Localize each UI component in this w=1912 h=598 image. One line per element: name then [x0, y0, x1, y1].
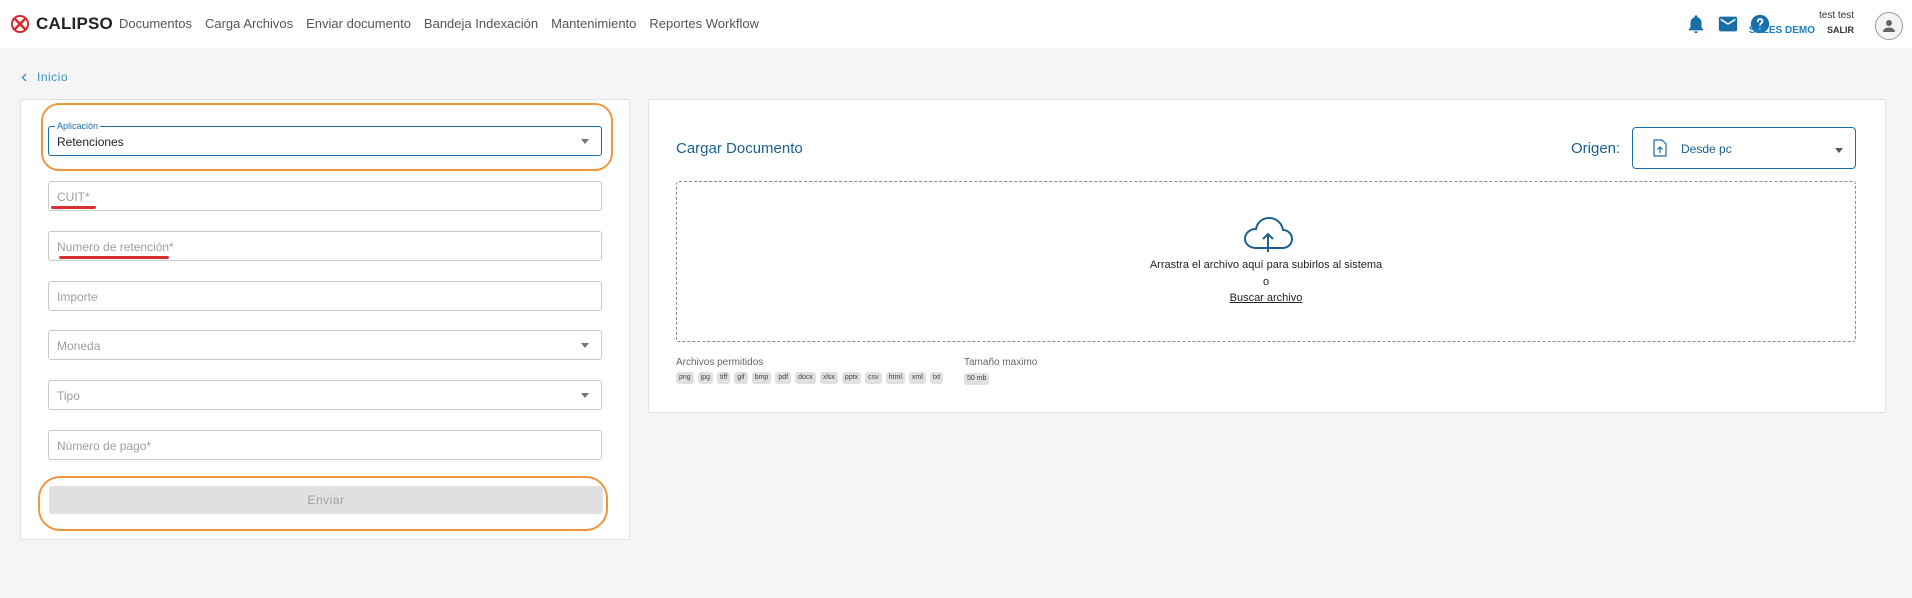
chevron-down-icon: [581, 343, 589, 348]
logout-link[interactable]: SALIR: [1827, 25, 1854, 36]
user-avatar-icon: [1883, 20, 1895, 32]
file-type-tag: jpg: [697, 372, 714, 384]
origin-select[interactable]: Desde pc: [1632, 127, 1856, 169]
origin-label: Origen:: [1571, 140, 1621, 157]
file-type-tag: xml: [908, 372, 926, 384]
nav-item-carga-archivos[interactable]: Carga Archivos: [205, 16, 293, 31]
breadcrumb-home[interactable]: Inicio: [37, 70, 68, 84]
calipso-logo-icon: [11, 15, 29, 33]
origin-value: Desde pc: [1681, 142, 1732, 156]
drop-instructions: Arrastra el archivo aquí para subirlos a…: [1149, 259, 1383, 271]
company-name[interactable]: SALES DEMO: [1749, 25, 1815, 36]
file-type-tag: html: [885, 372, 905, 384]
nav-item-bandeja-indexacion[interactable]: Bandeja Indexación: [424, 16, 538, 31]
drop-or: o: [1262, 276, 1270, 288]
moneda-placeholder: Moneda: [57, 339, 101, 353]
file-type-tag: tiff: [717, 372, 731, 384]
allowed-files-label: Archivos permitidos: [676, 357, 764, 368]
user-name: test test: [1818, 10, 1854, 21]
bell-icon[interactable]: [1685, 13, 1707, 35]
file-type-tag: pdf: [775, 372, 792, 384]
top-navigation-bar: CALIPSO Documentos Carga Archivos Enviar…: [0, 0, 1912, 48]
tipo-select[interactable]: Tipo: [48, 380, 602, 410]
numero-retencion-annotation-mark: [59, 256, 169, 259]
chevron-down-icon: [1835, 148, 1843, 153]
numero-pago-input[interactable]: Número de pago*: [48, 430, 602, 460]
breadcrumb[interactable]: Inicio: [21, 70, 68, 84]
file-type-tag: docx: [795, 372, 816, 384]
max-size-tag: 50 mb: [964, 373, 990, 385]
nav-item-enviar-documento[interactable]: Enviar documento: [306, 16, 411, 31]
tipo-placeholder: Tipo: [57, 389, 80, 403]
allowed-file-types: png jpg tiff gif bmp pdf docx xlsx pptx …: [676, 372, 944, 384]
file-upload-icon: [1653, 139, 1667, 157]
importe-placeholder: Importe: [57, 290, 98, 304]
file-type-tag: bmp: [751, 372, 772, 384]
numero-retencion-placeholder: Numero de retención*: [57, 240, 174, 254]
aplicacion-value: Retenciones: [57, 135, 124, 149]
file-type-tag: pptx: [841, 372, 862, 384]
aplicacion-select[interactable]: Aplicación Retenciones: [48, 121, 602, 156]
file-type-tag: png: [676, 372, 694, 384]
upload-panel: Cargar Documento Origen: Desde pc Arrast…: [648, 99, 1886, 413]
file-type-tag: gif: [734, 372, 748, 384]
user-avatar[interactable]: [1875, 12, 1903, 40]
cuit-placeholder: CUIT*: [57, 190, 90, 204]
chevron-left-icon: [21, 73, 27, 81]
aplicacion-label: Aplicación: [55, 121, 101, 131]
file-type-tag: csv: [865, 372, 882, 384]
mail-icon[interactable]: [1717, 13, 1739, 35]
numero-pago-placeholder: Número de pago*: [57, 439, 152, 453]
browse-file-link[interactable]: Buscar archivo: [1230, 292, 1303, 304]
retention-form-panel: Aplicación Retenciones CUIT* Numero de r…: [20, 99, 630, 540]
cuit-input[interactable]: CUIT*: [48, 181, 602, 211]
chevron-down-icon: [581, 393, 589, 398]
brand-name: CALIPSO: [36, 14, 113, 33]
file-type-tag: xlsx: [819, 372, 838, 384]
upload-title: Cargar Documento: [676, 140, 803, 157]
file-type-tag: txt: [929, 372, 944, 384]
user-info: test test SALES DEMO SALIR: [1749, 10, 1854, 36]
nav-item-documentos[interactable]: Documentos: [119, 16, 192, 31]
moneda-select[interactable]: Moneda: [48, 330, 602, 360]
max-size-label: Tamaño maximo: [964, 357, 1038, 368]
main-menu: Documentos Carga Archivos Enviar documen…: [119, 16, 759, 31]
nav-item-mantenimiento[interactable]: Mantenimiento: [551, 16, 636, 31]
chevron-down-icon: [581, 139, 589, 144]
importe-input[interactable]: Importe: [48, 281, 602, 311]
calipso-logo[interactable]: CALIPSO: [10, 14, 113, 34]
cloud-upload-icon: [1243, 216, 1294, 252]
file-dropzone[interactable]: Arrastra el archivo aquí para subirlos a…: [676, 181, 1856, 342]
enviar-button[interactable]: Enviar: [49, 486, 603, 514]
nav-item-reportes-workflow[interactable]: Reportes Workflow: [649, 16, 759, 31]
cuit-annotation-mark: [51, 206, 96, 209]
